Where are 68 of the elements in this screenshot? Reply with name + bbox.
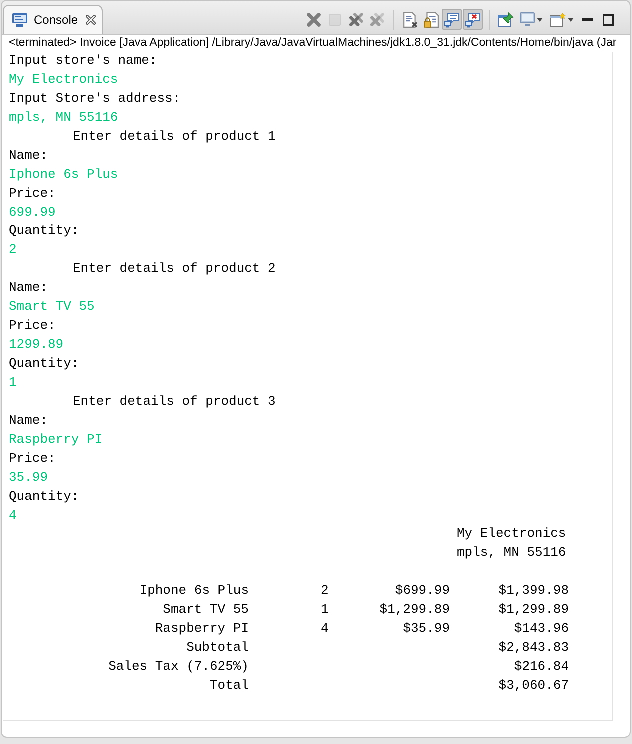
- clear-document-icon: [402, 12, 418, 28]
- summary-label: Subtotal: [186, 639, 249, 658]
- item-price: $699.99: [395, 582, 450, 600]
- item-name: Iphone 6s Plus: [140, 582, 249, 600]
- toolbar-button[interactable]: [496, 9, 516, 30]
- item-total: $1,299.89: [498, 601, 569, 620]
- section-heading: Enter details of product 1: [73, 128, 276, 144]
- prompt-text: Quantity:: [9, 223, 80, 238]
- summary-amount: $3,060.67: [498, 676, 569, 695]
- section-heading: Enter details of product 2: [73, 261, 276, 276]
- prompt-text: Input store's name:: [9, 53, 158, 68]
- user-input-text: Raspberry PI: [9, 432, 103, 447]
- caret-icon: [568, 18, 574, 22]
- prompt-text: Quantity:: [9, 356, 80, 371]
- store-address: mpls, MN 55116: [457, 544, 566, 562]
- toolbar-button[interactable]: [421, 9, 441, 30]
- new-window-icon: [550, 12, 566, 28]
- user-input-text: 2: [9, 242, 17, 258]
- item-quantity: 2: [321, 582, 329, 600]
- user-input-text: Iphone 6s Plus: [9, 166, 118, 182]
- summary-amount: $2,843.83: [498, 639, 569, 658]
- square-icon: [329, 14, 341, 26]
- monitor-speech-bubble-icon: [444, 12, 460, 28]
- item-total: $1,399.98: [498, 582, 569, 600]
- prompt-text: Price:: [9, 186, 56, 201]
- locked-document-icon: [424, 12, 438, 28]
- caret-icon: [537, 18, 543, 22]
- process-label: <terminated> Invoice [Java Application] /Library/Java/JavaVirtualMachines/jdk1.8.0_31.jdk/Contents/Home/bin/java (Jar: [8, 36, 618, 51]
- monitor-icon: [12, 13, 28, 27]
- user-input-text: 699.99: [9, 204, 56, 220]
- summary-label: Total: [210, 676, 249, 695]
- x-icon: [307, 12, 321, 26]
- section-heading: Enter details of product 3: [73, 394, 276, 409]
- summary-amount: $216.84: [514, 658, 569, 676]
- close-icon[interactable]: [86, 15, 96, 25]
- toolbar-button[interactable]: [463, 9, 483, 30]
- user-input-text: mpls, MN 55116: [9, 110, 118, 125]
- toolbar-button[interactable]: [442, 9, 462, 30]
- maximize-icon: [602, 14, 614, 26]
- store-name: My Electronics: [457, 525, 566, 544]
- prompt-text: Quantity:: [9, 488, 80, 504]
- user-input-text: 1299.89: [9, 337, 64, 352]
- prompt-text: Name:: [9, 148, 48, 163]
- faded-double-x-icon: [370, 12, 384, 26]
- user-input-text: 4: [9, 508, 17, 522]
- pinned-window-icon: [498, 12, 514, 28]
- item-total: $143.96: [514, 620, 569, 638]
- user-input-text: Smart TV 55: [9, 299, 95, 314]
- user-input-text: 1: [9, 374, 17, 390]
- item-name: Raspberry PI: [155, 620, 249, 638]
- item-quantity: 1: [321, 601, 329, 620]
- prompt-text: Price:: [9, 450, 56, 466]
- user-input-text: My Electronics: [9, 72, 118, 87]
- double-x-icon: [348, 12, 364, 26]
- monitor-icon: [520, 12, 535, 27]
- item-quantity: 4: [321, 620, 329, 638]
- prompt-text: Price:: [9, 318, 56, 334]
- summary-label: Sales Tax (7.625%): [108, 658, 249, 676]
- item-price: $35.99: [403, 620, 450, 638]
- minimize-icon: [582, 18, 592, 21]
- item-price: $1,299.89: [380, 601, 450, 620]
- console-tab[interactable]: Console: [3, 5, 104, 34]
- prompt-text: Name:: [9, 412, 48, 428]
- user-input-text: 35.99: [9, 470, 48, 485]
- monitor-error-bubble-icon: [465, 12, 481, 28]
- prompt-text: Input Store's address:: [9, 90, 181, 106]
- prompt-text: Name:: [9, 280, 48, 296]
- item-name: Smart TV 55: [163, 601, 249, 620]
